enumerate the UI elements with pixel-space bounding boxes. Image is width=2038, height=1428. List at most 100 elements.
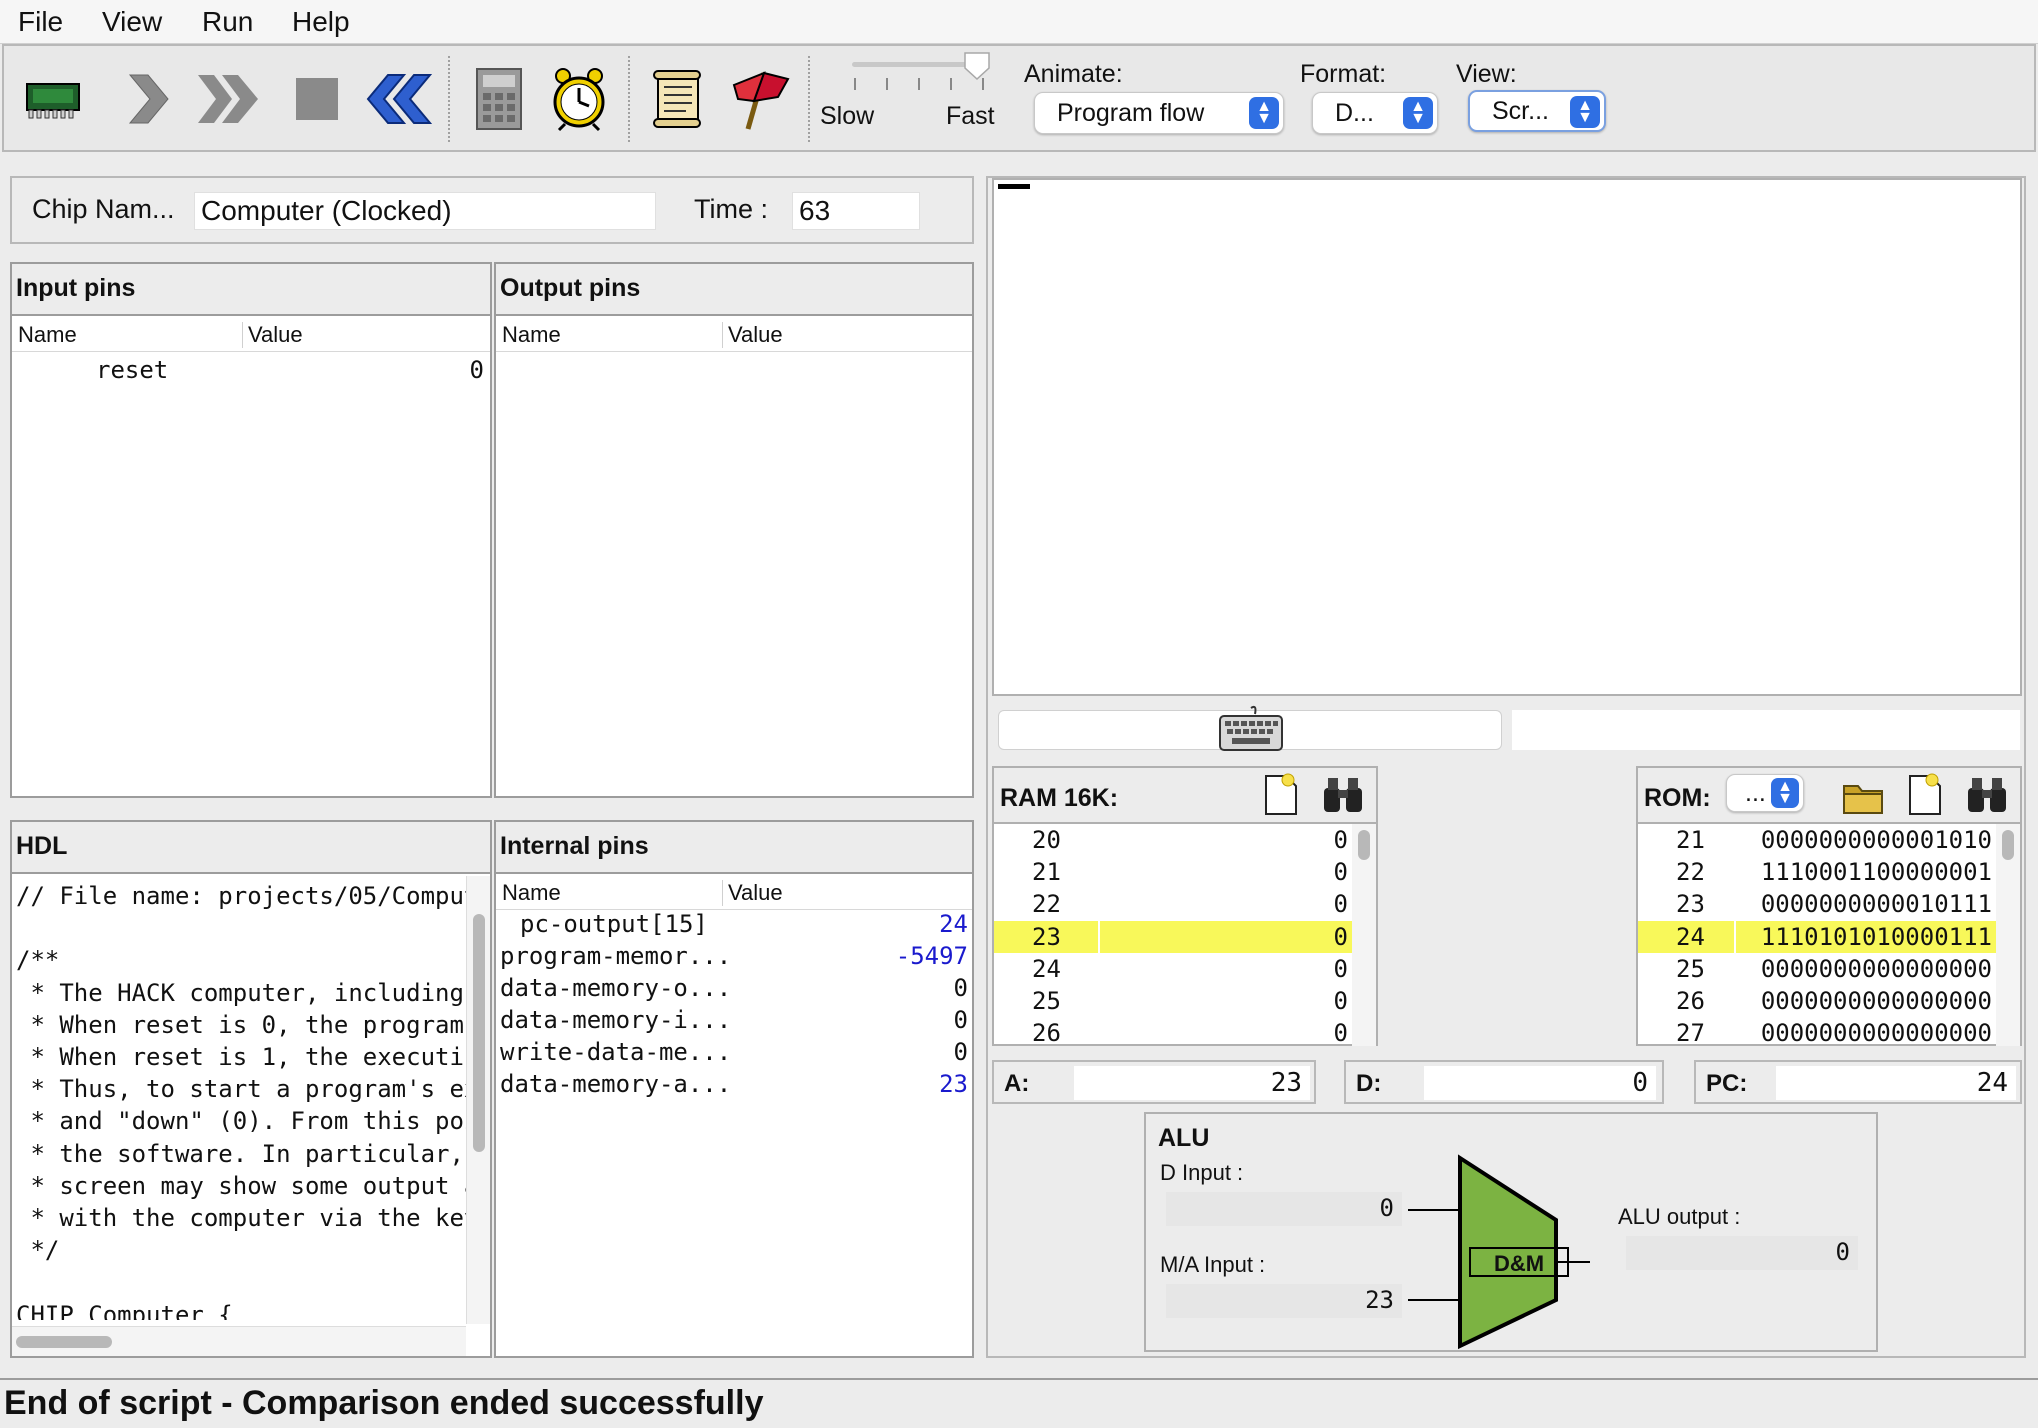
hdl-panel: HDL // File name: projects/05/Comput​/**… xyxy=(10,820,492,1358)
ram-panel: RAM 16K: 20 0 21 0 22 0 23 0 24 0 25 0 26 0 xyxy=(992,766,1378,1047)
fast-forward-icon xyxy=(198,75,258,123)
pin-value[interactable]: 0 xyxy=(470,356,484,384)
screen-display xyxy=(992,178,2022,696)
rom-value[interactable]: 0000000000000000 xyxy=(1761,955,1992,983)
speed-slider[interactable] xyxy=(844,52,994,96)
rom-value[interactable]: 0000000000001010 xyxy=(1761,826,1992,854)
rom-address: 27 xyxy=(1676,1019,1705,1048)
ram-row[interactable]: 26 0 xyxy=(994,1017,1352,1049)
rom-value[interactable]: 0000000000010111 xyxy=(1761,890,1992,918)
select-arrows-icon: ▲ ▼ xyxy=(1771,778,1799,808)
ram-value[interactable]: 0 xyxy=(1334,858,1348,886)
internal-pin-row[interactable]: write-data-me... 0 xyxy=(496,1038,972,1070)
rom-row[interactable]: 25 0000000000000000 xyxy=(1638,953,1996,985)
hdl-line: ​ xyxy=(16,1266,466,1298)
reset-button[interactable] xyxy=(364,64,434,134)
scroll-thumb[interactable] xyxy=(16,1336,112,1348)
rom-value[interactable]: 1110101010000111 xyxy=(1761,923,1992,951)
rom-row[interactable]: 27 0000000000000000 xyxy=(1638,1017,1996,1049)
internal-pin-row[interactable]: pc-output[15] 24 xyxy=(496,910,972,942)
view-select[interactable]: Scr... ▲ ▼ xyxy=(1468,90,1606,132)
rom-format-select[interactable]: ... ▲ ▼ xyxy=(1726,774,1804,812)
rom-table[interactable]: 21 0000000000001010 22 1110001100000001 23 00… xyxy=(1638,822,2020,1047)
internal-pins-header: Name Value xyxy=(496,876,972,910)
alu-panel: ALU D Input : 0 M/A Input : 23 ALU outpu… xyxy=(1144,1112,1878,1352)
ram-row[interactable]: 24 0 xyxy=(994,953,1352,985)
rom-row[interactable]: 22 1110001100000001 xyxy=(1638,856,1996,888)
internal-pin-row[interactable]: data-memory-i... 0 xyxy=(496,1006,972,1038)
ram-value[interactable]: 0 xyxy=(1334,923,1348,951)
slider-thumb[interactable] xyxy=(964,52,990,81)
stop-button[interactable] xyxy=(282,64,352,134)
register-d-value[interactable]: 0 xyxy=(1424,1066,1656,1100)
ram-row[interactable]: 25 0 xyxy=(994,985,1352,1017)
internal-pin-row[interactable]: data-memory-a... 23 xyxy=(496,1070,972,1102)
ram-row[interactable]: 20 0 xyxy=(994,824,1352,856)
ram-row[interactable]: 22 0 xyxy=(994,888,1352,920)
view-label: View: xyxy=(1456,60,1517,88)
internal-pin-row[interactable]: data-memory-o... 0 xyxy=(496,974,972,1006)
clear-button[interactable] xyxy=(1902,772,1948,818)
rom-row[interactable]: 26 0000000000000000 xyxy=(1638,985,1996,1017)
animate-select[interactable]: Program flow ▲ ▼ xyxy=(1034,92,1284,134)
single-step-button[interactable] xyxy=(112,64,182,134)
hdl-line: CHIP Computer { xyxy=(16,1300,233,1320)
clear-button[interactable] xyxy=(1258,772,1304,818)
ram-row[interactable]: 23 0 xyxy=(994,920,1352,953)
breakpoints-button[interactable] xyxy=(724,64,794,134)
search-button[interactable] xyxy=(1320,774,1366,816)
pin-row-reset[interactable]: reset 0 xyxy=(12,356,490,388)
script-button[interactable] xyxy=(642,64,712,134)
panel-title: HDL xyxy=(12,822,490,874)
menu-file[interactable]: File xyxy=(18,6,63,38)
search-button[interactable] xyxy=(1964,774,2010,816)
pin-value: 0 xyxy=(953,1038,968,1066)
ram-table[interactable]: 20 0 21 0 22 0 23 0 24 0 25 0 26 0 xyxy=(994,822,1376,1047)
rom-row[interactable]: 24 1110101010000111 xyxy=(1638,920,1996,953)
ram-address: 26 xyxy=(1032,1019,1061,1048)
panel-title: Input pins xyxy=(12,264,490,316)
hdl-vertical-scrollbar[interactable] xyxy=(466,876,490,1324)
hdl-source[interactable]: // File name: projects/05/Comput​/** * T… xyxy=(16,880,466,1320)
select-arrows-icon: ▲ ▼ xyxy=(1249,97,1279,129)
register-d-label: D: xyxy=(1356,1070,1382,1097)
status-bar: End of script - Comparison ended success… xyxy=(0,1378,2038,1428)
load-chip-button[interactable] xyxy=(18,64,88,134)
load-program-button[interactable] xyxy=(1840,776,1886,818)
scroll-thumb[interactable] xyxy=(2002,830,2014,860)
ram-value[interactable]: 0 xyxy=(1334,826,1348,854)
rom-value[interactable]: 1110001100000001 xyxy=(1761,858,1992,886)
ram-row[interactable]: 21 0 xyxy=(994,856,1352,888)
run-button[interactable] xyxy=(194,64,264,134)
menu-run[interactable]: Run xyxy=(202,6,253,38)
rom-scrollbar[interactable] xyxy=(1996,824,2020,1046)
register-a-label: A: xyxy=(1004,1070,1030,1097)
ram-value[interactable]: 0 xyxy=(1334,890,1348,918)
ram-scrollbar[interactable] xyxy=(1352,824,1376,1046)
ram-value[interactable]: 0 xyxy=(1334,1019,1348,1047)
stop-icon xyxy=(296,78,338,120)
clock-button[interactable] xyxy=(544,64,614,134)
register-pc-value[interactable]: 24 xyxy=(1776,1066,2016,1100)
rom-row[interactable]: 21 0000000000001010 xyxy=(1638,824,1996,856)
ram-value[interactable]: 0 xyxy=(1334,987,1348,1015)
animate-label: Animate: xyxy=(1024,60,1123,88)
ram-address: 25 xyxy=(1032,987,1061,1015)
internal-pin-row[interactable]: program-memor... -5497 xyxy=(496,942,972,974)
scroll-thumb[interactable] xyxy=(473,914,485,1152)
rom-value[interactable]: 0000000000000000 xyxy=(1761,987,1992,1015)
calculator-button[interactable] xyxy=(464,64,534,134)
rom-address: 21 xyxy=(1676,826,1705,854)
ram-value[interactable]: 0 xyxy=(1334,955,1348,983)
scroll-thumb[interactable] xyxy=(1358,830,1370,860)
pin-name: reset xyxy=(96,356,169,384)
rom-value[interactable]: 0000000000000000 xyxy=(1761,1019,1992,1047)
menu-help[interactable]: Help xyxy=(292,6,350,38)
rom-row[interactable]: 23 0000000000010111 xyxy=(1638,888,1996,920)
hdl-horizontal-scrollbar[interactable] xyxy=(12,1326,466,1356)
register-a-value[interactable]: 23 xyxy=(1074,1066,1310,1100)
menu-view[interactable]: View xyxy=(102,6,162,38)
format-select[interactable]: D... ▲ ▼ xyxy=(1312,92,1438,134)
keyboard-icon[interactable] xyxy=(1218,704,1284,754)
chip-icon xyxy=(26,83,80,119)
